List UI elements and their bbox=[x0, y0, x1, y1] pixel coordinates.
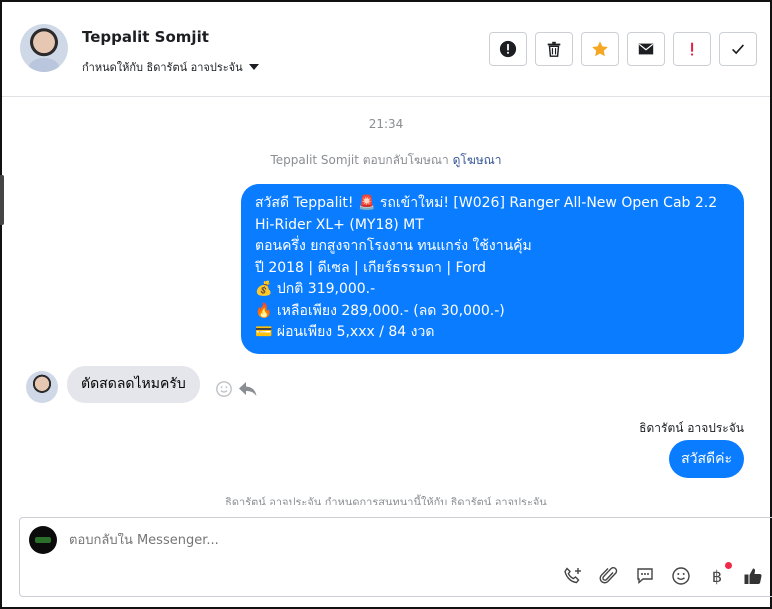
message-line: 🔥 เหลือเพียง 289,000.- (ลด 30,000.-) bbox=[255, 302, 505, 319]
mark-unread-button[interactable] bbox=[627, 32, 665, 66]
assign-dropdown[interactable]: กำหนดให้กับ ธิดารัตน์ อาจประจัน bbox=[82, 58, 259, 76]
attach-button[interactable] bbox=[598, 565, 620, 587]
message-line: สวัสดี Teppalit! 🚨 รถเข้าใหม่! [W026] Ra… bbox=[255, 195, 718, 211]
thumbs-up-icon bbox=[744, 568, 762, 585]
mark-done-button[interactable] bbox=[719, 32, 757, 66]
message-line: ตอนครึ่ง ยกสูงจากโรงงาน ทนแกร่ง ใช้งานคุ… bbox=[255, 238, 532, 254]
ad-reply-notice: Teppalit Somjit ตอบกลับโฆษณา ดูโฆษณา bbox=[0, 151, 772, 170]
view-ad-link[interactable]: ดูโฆษณา bbox=[453, 153, 502, 167]
outgoing-message: สวัสดีค่ะ bbox=[669, 440, 744, 478]
composer-toolbar: ฿ bbox=[562, 562, 764, 587]
header-toolbar bbox=[489, 32, 757, 66]
side-panel-handle[interactable] bbox=[0, 175, 4, 225]
react-button[interactable] bbox=[215, 380, 233, 402]
conversation-header: Teppalit Somjit กำหนดให้กับ ธิดารัตน์ อา… bbox=[2, 2, 770, 97]
message-line: Hi-Rider XL+ (MY18) MT bbox=[255, 216, 424, 233]
sender-name: ธิดารัตน์ อาจประจัน bbox=[639, 421, 744, 435]
delete-button[interactable] bbox=[535, 32, 573, 66]
like-button[interactable] bbox=[742, 565, 764, 587]
star-icon bbox=[592, 41, 608, 57]
smiley-icon bbox=[672, 567, 690, 585]
reply-button[interactable] bbox=[238, 380, 258, 402]
incoming-message: ตัดสดลดไหมครับ bbox=[67, 366, 200, 403]
mail-icon bbox=[638, 43, 654, 55]
message-line: 💰 ปกติ 319,000.- bbox=[255, 281, 376, 297]
call-button[interactable] bbox=[562, 565, 584, 587]
trash-icon bbox=[547, 41, 561, 57]
page-avatar bbox=[29, 526, 57, 554]
assign-label: กำหนดให้กับ ธิดารัตน์ อาจประจัน bbox=[82, 61, 243, 74]
ad-reply-text: Teppalit Somjit ตอบกลับโฆษณา bbox=[270, 153, 449, 167]
chat-bubble-icon bbox=[637, 568, 653, 585]
message-line: 💳 ผ่อนเพียง 5,xxx / 84 งวด bbox=[255, 324, 435, 340]
assignment-notice: ธิดารัตน์ อาจประจัน กำหนดการสนทนานี้ให้ก… bbox=[225, 496, 547, 505]
message-timestamp: 21:34 bbox=[368, 117, 404, 131]
star-button[interactable] bbox=[581, 32, 619, 66]
reply-input[interactable] bbox=[69, 533, 669, 548]
sender-avatar[interactable] bbox=[26, 371, 58, 403]
mark-spam-button[interactable] bbox=[489, 32, 527, 66]
chevron-down-icon bbox=[248, 64, 259, 70]
emoji-button[interactable] bbox=[670, 565, 692, 587]
follow-up-button[interactable] bbox=[673, 32, 711, 66]
outgoing-ad-message: สวัสดี Teppalit! 🚨 รถเข้าใหม่! [W026] Ra… bbox=[241, 184, 744, 354]
reply-icon bbox=[239, 382, 257, 396]
message-composer: ฿ bbox=[19, 517, 772, 597]
baht-icon: ฿ bbox=[711, 566, 723, 586]
payment-button[interactable]: ฿ bbox=[706, 562, 732, 587]
paperclip-icon bbox=[599, 567, 618, 584]
alert-circle-icon bbox=[499, 40, 517, 58]
check-icon bbox=[732, 44, 745, 55]
contact-name: Teppalit Somjit bbox=[82, 28, 209, 46]
notification-dot bbox=[725, 562, 732, 569]
phone-add-icon bbox=[564, 567, 581, 584]
message-line: ปี 2018 | ดีเซล | เกียร์ธรรมดา | Ford bbox=[255, 259, 487, 276]
contact-avatar[interactable] bbox=[20, 24, 68, 72]
saved-replies-button[interactable] bbox=[634, 565, 656, 587]
exclamation-icon bbox=[691, 42, 694, 56]
smiley-icon bbox=[216, 381, 232, 397]
